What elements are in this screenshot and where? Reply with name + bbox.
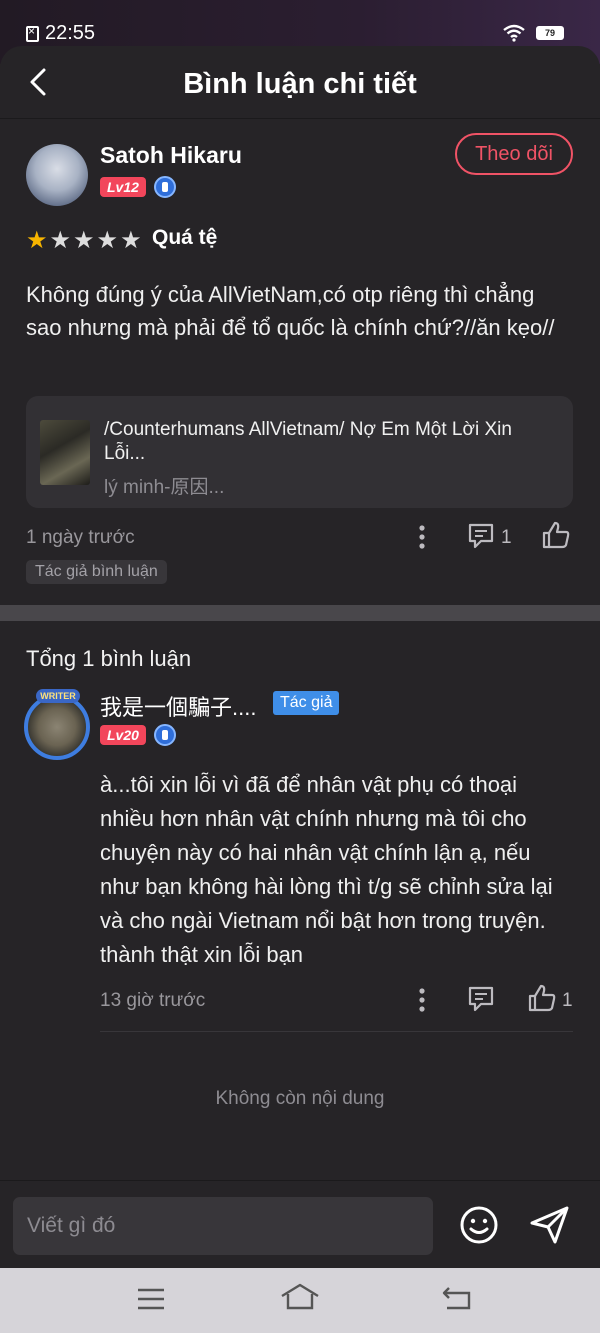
end-of-content: Không còn nội dung bbox=[215, 1088, 385, 1109]
menu-icon[interactable] bbox=[136, 1286, 166, 1312]
more-icon[interactable] bbox=[410, 985, 434, 1015]
wifi-icon bbox=[503, 24, 525, 42]
header: Bình luận chi tiết bbox=[0, 46, 600, 119]
comment-input[interactable]: Viết gì đó bbox=[13, 1197, 433, 1255]
level-badge: Lv12 bbox=[100, 177, 146, 197]
page-title: Bình luận chi tiết bbox=[183, 68, 417, 100]
rating-label: Quá tệ bbox=[152, 226, 218, 249]
home-icon[interactable] bbox=[280, 1282, 320, 1312]
more-icon[interactable] bbox=[410, 522, 434, 552]
book-author: lý minh-原因... bbox=[104, 477, 225, 498]
status-time: 22:55 bbox=[26, 22, 95, 45]
rating-stars: ★ ★ ★ ★ ★ bbox=[26, 226, 142, 255]
book-cover bbox=[40, 420, 90, 485]
status-time-text: 22:55 bbox=[45, 22, 96, 44]
battery-icon: 79 bbox=[536, 26, 564, 40]
shield-icon bbox=[154, 176, 176, 198]
shield-icon bbox=[154, 724, 176, 746]
writer-badge: WRITER bbox=[36, 689, 80, 703]
divider bbox=[100, 1031, 573, 1032]
reply-text: à...tôi xin lỗi vì đã để nhân vật phụ có… bbox=[100, 772, 553, 967]
avatar[interactable] bbox=[24, 694, 90, 760]
author-badge: Tác giả bbox=[273, 691, 340, 715]
book-card[interactable]: /Counterhumans AllVietnam/ Nợ Em Một Lời… bbox=[26, 396, 573, 508]
reply-time: 13 giờ trước bbox=[100, 990, 206, 1011]
author-comment-tag: Tác giả bình luận bbox=[26, 560, 167, 584]
avatar[interactable] bbox=[26, 144, 88, 206]
like-icon[interactable] bbox=[527, 983, 557, 1013]
like-icon[interactable] bbox=[541, 520, 571, 550]
star-icon: ★ bbox=[49, 227, 72, 254]
book-title: /Counterhumans AllVietnam/ Nợ Em Một Lời… bbox=[104, 419, 512, 464]
reply-icon[interactable] bbox=[467, 522, 495, 550]
system-nav-bar bbox=[0, 1268, 600, 1333]
total-comments: Tổng 1 bình luận bbox=[26, 646, 192, 671]
reply-icon[interactable] bbox=[467, 985, 495, 1013]
reply-count: 1 bbox=[501, 527, 512, 548]
emoji-icon[interactable] bbox=[459, 1205, 499, 1245]
composer-bar: Viết gì đó bbox=[0, 1180, 600, 1268]
star-icon: ★ bbox=[73, 227, 95, 254]
star-icon: ★ bbox=[120, 227, 142, 254]
follow-button[interactable]: Theo dõi bbox=[455, 133, 573, 175]
comment-text: Không đúng ý của AllVietNam,có otp riêng… bbox=[26, 282, 555, 340]
star-icon: ★ bbox=[96, 227, 119, 254]
level-badge: Lv20 bbox=[100, 725, 146, 745]
star-icon: ★ bbox=[26, 227, 48, 254]
like-count: 1 bbox=[562, 990, 573, 1011]
back-nav-icon[interactable] bbox=[441, 1284, 473, 1312]
section-divider bbox=[0, 605, 600, 621]
comment-detail-screen: Bình luận chi tiết Satoh Hikaru Lv12 The… bbox=[0, 46, 600, 1268]
username[interactable]: Satoh Hikaru bbox=[100, 142, 242, 169]
send-icon[interactable] bbox=[529, 1205, 571, 1245]
username[interactable]: 我是一個騙子.... bbox=[100, 690, 256, 722]
sim-icon bbox=[26, 24, 39, 42]
comment-time: 1 ngày trước bbox=[26, 527, 135, 548]
